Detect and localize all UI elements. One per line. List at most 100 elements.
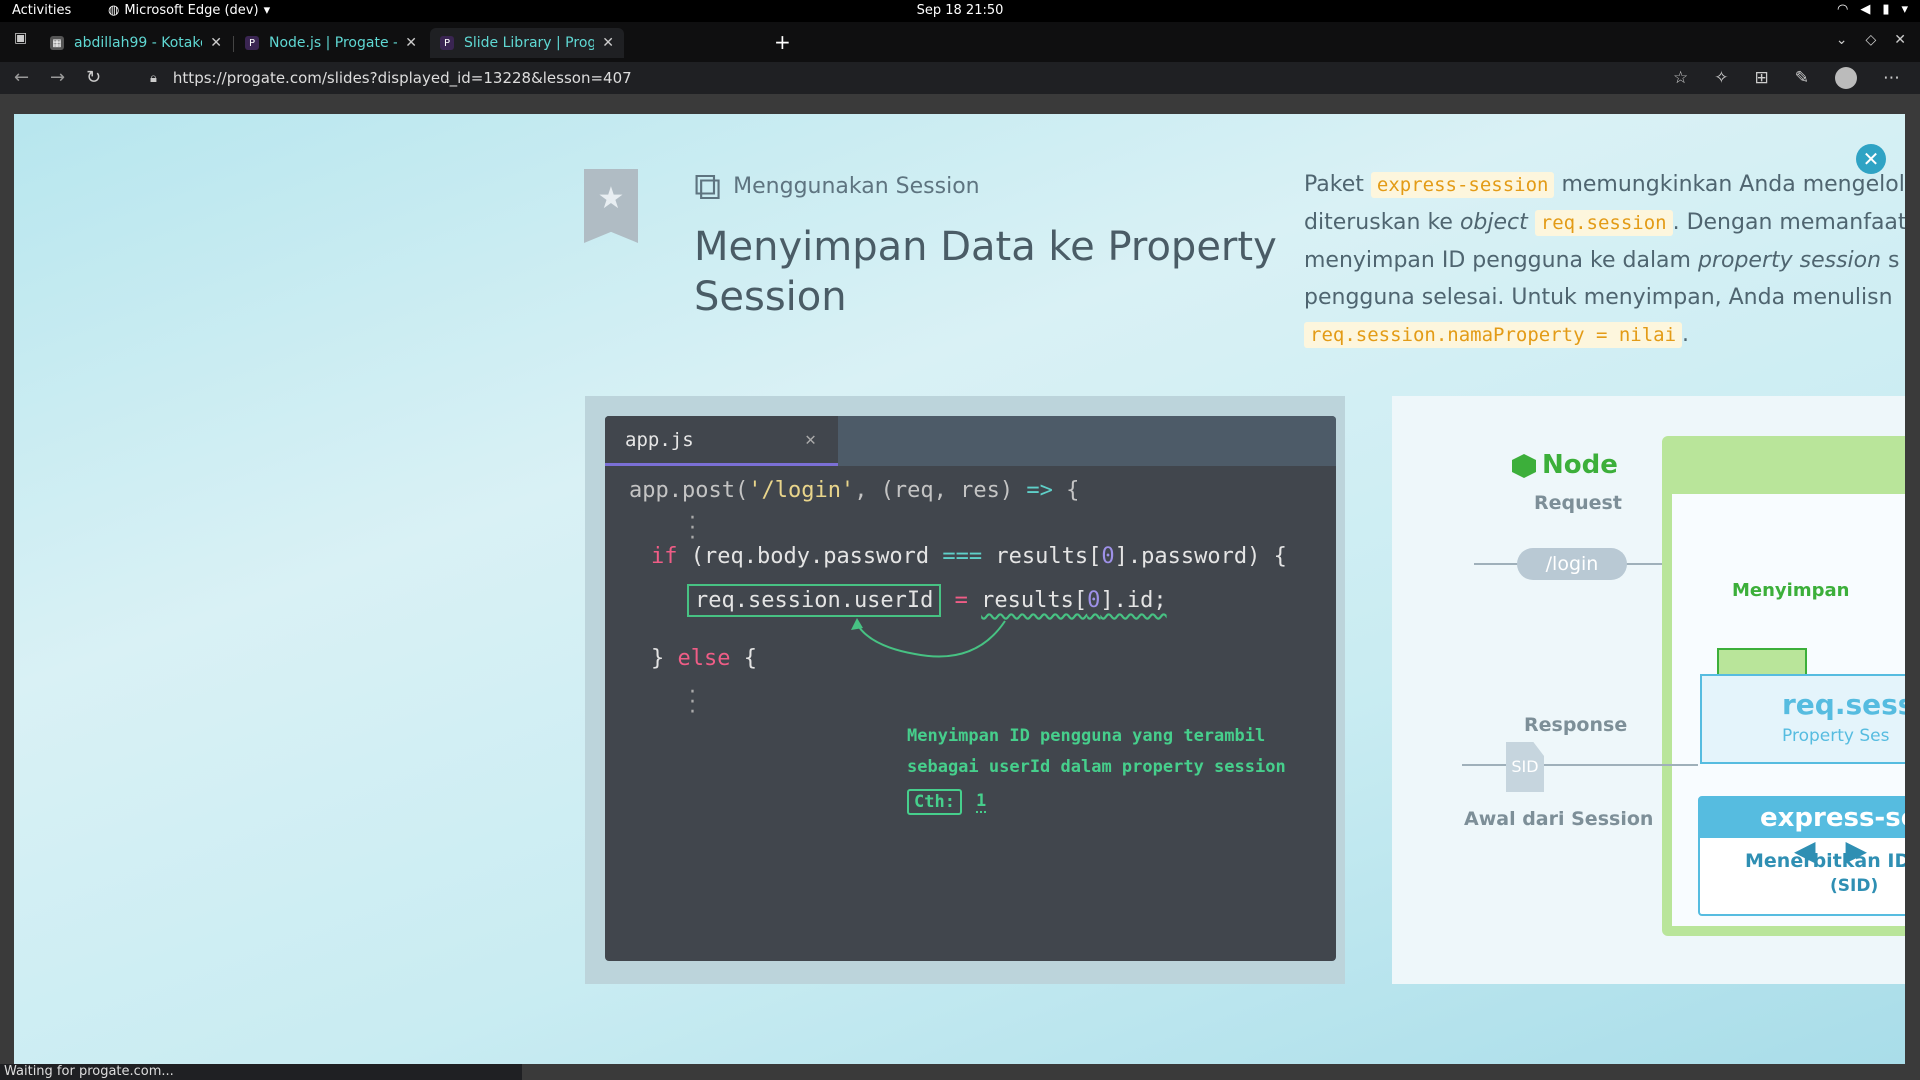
lock-icon[interactable]: 🔒︎ xyxy=(150,71,157,86)
close-icon: ✕ xyxy=(805,429,816,450)
desc-text: diteruskan ke xyxy=(1304,210,1460,235)
new-tab-button[interactable]: + xyxy=(774,30,791,54)
battery-icon: ▮ xyxy=(1882,2,1890,17)
browser-toolbar: ☆ ✧ ⊞ ✎ ⋯ xyxy=(1673,67,1900,89)
express-session-line: (SID) xyxy=(1830,876,1879,896)
tab-title: Slide Library | Progate - Bel xyxy=(464,35,595,51)
tab-strip: ▣ ▦ abdillah99 - Kotakode.com ✕ P Node.j… xyxy=(0,22,1920,62)
desc-text: . xyxy=(1682,322,1690,347)
file-tab[interactable]: app.js ✕ xyxy=(605,416,838,466)
tab-actions-icon[interactable]: ⌄ xyxy=(1836,32,1848,48)
wifi-icon: ◠ xyxy=(1836,2,1849,17)
code-highlight: req.session.namaProperty = nilai xyxy=(1304,322,1683,348)
favorites-icon[interactable]: ✧ xyxy=(1714,68,1728,88)
desc-text: pengguna selesai. Untuk menyimpan, Anda … xyxy=(1304,285,1893,310)
close-tab-icon[interactable]: ✕ xyxy=(405,35,417,51)
lesson-subtitle: ⧉ Menggunakan Session xyxy=(694,164,980,209)
desc-text: Paket xyxy=(1304,172,1371,197)
window-controls: ⌄ ◇ ✕ xyxy=(1836,32,1906,48)
ellipsis-icon: · · · xyxy=(689,680,696,725)
close-tab-icon[interactable]: ✕ xyxy=(210,35,222,51)
session-title: req.sessi xyxy=(1782,688,1905,721)
ellipsis-icon: · · · xyxy=(689,506,696,551)
system-tray[interactable]: ◠ ◀ ▮ ▾ xyxy=(1837,2,1908,17)
desc-text: s xyxy=(1881,248,1900,273)
add-favorite-icon[interactable]: ☆ xyxy=(1673,68,1688,88)
code-line-1: app.post('/login', (req, res) => { xyxy=(629,478,1080,503)
desc-italic: object xyxy=(1459,210,1528,235)
status-bar: Waiting for progate.com... xyxy=(0,1064,522,1080)
session-subtitle: Property Ses xyxy=(1782,726,1890,746)
slide-description: Paket express-session memungkinkan Anda … xyxy=(1304,166,1905,354)
collections-icon[interactable]: ⊞ xyxy=(1755,68,1769,88)
request-label: Request xyxy=(1534,492,1622,514)
example-number: 1 xyxy=(975,791,987,813)
bookmark-star-icon[interactable]: ★ xyxy=(584,169,638,243)
page-viewport: ✕ ★ ⧉ Menggunakan Session Menyimpan Data… xyxy=(0,94,1920,1080)
back-icon[interactable]: ← xyxy=(14,67,29,88)
code-panel: app.js ✕ app.post('/login', (req, res) =… xyxy=(585,396,1345,984)
extensions-icon[interactable]: ✎ xyxy=(1795,68,1809,88)
sidebar-toggle-icon[interactable]: ▣ xyxy=(14,30,27,46)
app-menu[interactable]: ◍ Microsoft Edge (dev) ▾ xyxy=(108,3,270,18)
external-link-icon[interactable]: ⧉ xyxy=(694,164,721,209)
url-field[interactable]: 🔒︎ https://progate.com/slides?displayed_… xyxy=(150,65,1680,91)
example-value: Cth: 1 xyxy=(907,789,987,815)
activities-button[interactable]: Activities xyxy=(12,3,71,18)
url-text: https://progate.com/slides?displayed_id=… xyxy=(172,69,632,87)
reload-icon[interactable]: ↻ xyxy=(86,67,101,88)
session-box: req.sessi Property Ses xyxy=(1700,674,1905,764)
subtitle-text: Menggunakan Session xyxy=(733,174,980,199)
code-line-3: req.session.userId = results[0].id; xyxy=(687,584,1167,617)
close-tab-icon[interactable]: ✕ xyxy=(602,35,614,51)
desc-text: menyimpan ID pengguna ke dalam xyxy=(1304,248,1698,273)
maximize-icon[interactable]: ◇ xyxy=(1865,32,1876,48)
tab-kotakode[interactable]: ▦ abdillah99 - Kotakode.com ✕ xyxy=(40,28,232,58)
nodejs-hex-icon xyxy=(1512,454,1536,478)
address-bar: ← → ↻ 🔒︎ https://progate.com/slides?disp… xyxy=(0,62,1920,94)
edge-icon: ◍ xyxy=(108,3,120,18)
forward-icon[interactable]: → xyxy=(50,67,65,88)
more-icon[interactable]: ⋯ xyxy=(1883,68,1900,88)
desc-text: . Dengan memanfaatk xyxy=(1672,210,1905,235)
file-name: app.js xyxy=(625,428,694,451)
power-icon: ▾ xyxy=(1901,2,1908,17)
clock[interactable]: Sep 18 21:50 xyxy=(917,3,1004,18)
code-editor: app.js ✕ app.post('/login', (req, res) =… xyxy=(605,416,1336,961)
volume-icon: ◀ xyxy=(1860,2,1871,17)
progate-icon: P xyxy=(440,36,454,50)
tab-title: abdillah99 - Kotakode.com xyxy=(74,35,202,51)
close-window-icon[interactable]: ✕ xyxy=(1894,32,1906,48)
route-pill: /login xyxy=(1517,548,1627,580)
editor-tabs: app.js ✕ xyxy=(605,416,1336,466)
tab-slide-library[interactable]: P Slide Library | Progate - Bel ✕ xyxy=(430,28,624,58)
note-line: sebagai userId dalam property session xyxy=(907,757,1286,777)
express-session-title: express-se xyxy=(1700,798,1905,838)
code-highlight: req.session xyxy=(1534,210,1673,236)
system-top-bar: Activities ◍ Microsoft Edge (dev) ▾ Sep … xyxy=(0,0,1920,22)
code-highlight: express-session xyxy=(1370,172,1555,198)
progate-icon: P xyxy=(245,36,259,50)
data-block xyxy=(1717,648,1807,676)
highlighted-property: req.session.userId xyxy=(687,584,942,617)
sid-file-icon: SID xyxy=(1506,742,1544,792)
next-slide-icon[interactable]: ▶ xyxy=(1846,834,1868,867)
desc-italic: property session xyxy=(1697,248,1882,273)
response-arrow xyxy=(1462,764,1698,766)
tab-nodejs[interactable]: P Node.js | Progate - Belajar ✕ xyxy=(235,28,427,58)
arrow-curve-icon xyxy=(851,618,1006,658)
profile-avatar[interactable] xyxy=(1835,67,1857,89)
tab-divider xyxy=(233,36,234,52)
response-label: Response xyxy=(1524,714,1628,736)
prev-slide-icon[interactable]: ◀ xyxy=(1794,834,1816,867)
node-title: Node xyxy=(1542,450,1618,480)
page-title: Menyimpan Data ke Property Session xyxy=(694,224,1277,320)
code-line-2: if (req.body.password === results[0].pas… xyxy=(651,544,1287,569)
slide-modal: ✕ ★ ⧉ Menggunakan Session Menyimpan Data… xyxy=(14,114,1905,1064)
slide-pager: ◀ ▶ xyxy=(1794,834,1867,867)
tab-title: Node.js | Progate - Belajar xyxy=(269,35,397,51)
annotation-note: Menyimpan ID pengguna yang terambil seba… xyxy=(907,721,1286,783)
session-diagram: Request /login Node Menyimpan req.sessi … xyxy=(1392,396,1905,984)
note-line: Menyimpan ID pengguna yang terambil xyxy=(907,726,1266,746)
store-label: Menyimpan xyxy=(1732,580,1850,601)
